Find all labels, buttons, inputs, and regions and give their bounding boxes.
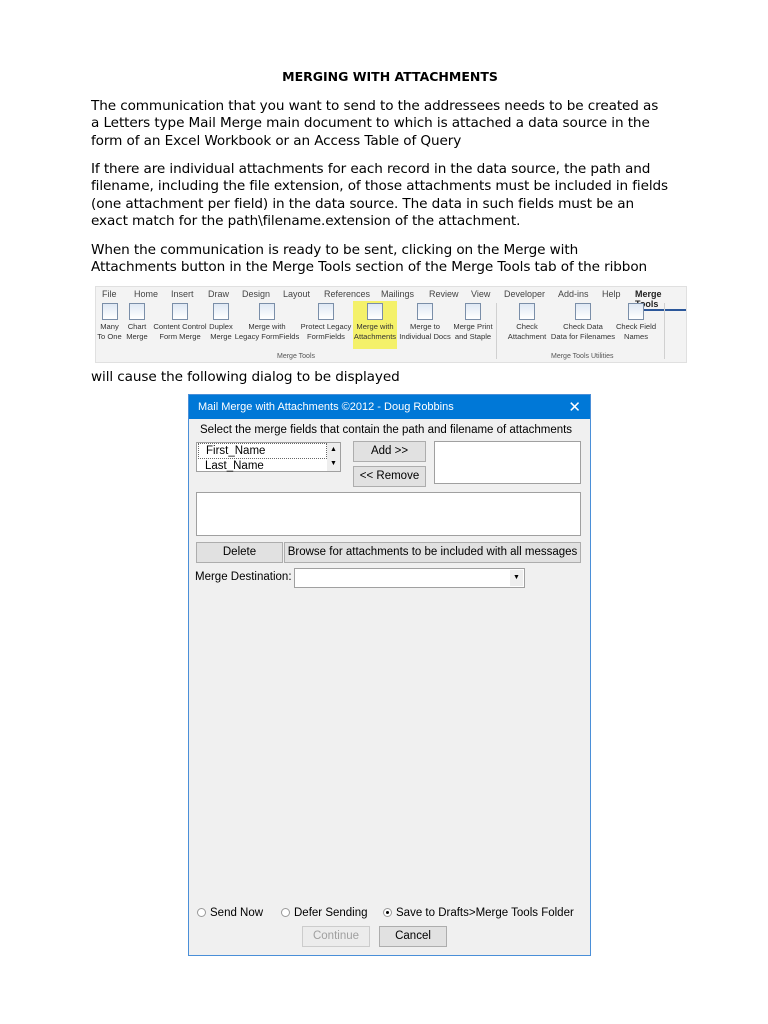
tab-file[interactable]: File: [102, 289, 117, 299]
tab-developer[interactable]: Developer: [504, 289, 545, 299]
close-icon[interactable]: ✕: [568, 398, 581, 416]
document-lock-icon: [318, 303, 334, 320]
merge-destination-select[interactable]: ▼: [294, 568, 525, 588]
check-field-names-button[interactable]: Check Field Names: [615, 301, 657, 341]
cancel-button[interactable]: Cancel: [379, 926, 447, 947]
list-scrollbar[interactable]: ▲ ▼: [327, 443, 340, 471]
document-heading: MERGING WITH ATTACHMENTS: [282, 69, 498, 84]
text-line: When the communication is ready to be se…: [91, 242, 579, 258]
radio-icon: [281, 908, 290, 917]
radio-defer-sending[interactable]: Defer Sending: [281, 907, 368, 919]
tab-insert[interactable]: Insert: [171, 289, 194, 299]
continue-button[interactable]: Continue: [302, 926, 370, 947]
tab-mailings[interactable]: Mailings: [381, 289, 414, 299]
text-line: form of an Excel Workbook or an Access T…: [91, 132, 462, 149]
check-data-filenames-button[interactable]: Check Data Data for Filenames: [550, 301, 616, 341]
group-separator: [496, 303, 497, 359]
browse-attachments-button[interactable]: Browse for attachments to be included wi…: [284, 542, 581, 563]
check-attachment-button[interactable]: Check Attachment: [504, 301, 550, 341]
selected-fields-list[interactable]: [434, 441, 581, 484]
form-lock-icon: [259, 303, 275, 320]
chart-icon: [129, 303, 145, 320]
tab-layout[interactable]: Layout: [283, 289, 310, 299]
tab-home[interactable]: Home: [134, 289, 158, 299]
many-to-one-button[interactable]: Many To One: [96, 301, 123, 341]
table-icon: [101, 303, 118, 320]
paragraph-2: If there are individual attachments for …: [91, 161, 691, 230]
merge-legacy-formfields-button[interactable]: Merge with Legacy FormFields: [234, 301, 300, 341]
radio-send-now[interactable]: Send Now: [197, 907, 263, 919]
radio-save-to-drafts[interactable]: Save to Drafts>Merge Tools Folder: [383, 907, 574, 919]
paragraph-1: The communication that you want to send …: [91, 98, 691, 150]
tab-review[interactable]: Review: [429, 289, 459, 299]
tab-add-ins[interactable]: Add-ins: [558, 289, 589, 299]
tab-draw[interactable]: Draw: [208, 289, 229, 299]
merge-fields-list[interactable]: First_Name Last_Name ▲ ▼: [196, 442, 341, 472]
remove-button[interactable]: << Remove: [353, 466, 426, 487]
text-line: If there are individual attachments for …: [91, 161, 651, 177]
grid-icon: [213, 303, 229, 320]
paragraph-4: will cause the following dialog to be di…: [91, 369, 691, 386]
list-item[interactable]: First_Name: [198, 443, 327, 459]
printer-icon: [465, 303, 481, 320]
tab-help[interactable]: Help: [602, 289, 621, 299]
envelope-attachment-icon: [367, 303, 383, 320]
text-line: Attachments button in the Merge Tools se…: [91, 259, 648, 276]
mail-merge-dialog: Mail Merge with Attachments ©2012 - Doug…: [188, 394, 591, 956]
chevron-down-icon[interactable]: ▼: [510, 570, 523, 586]
protect-legacy-formfields-button[interactable]: Protect Legacy FormFields: [300, 301, 352, 341]
documents-icon: [417, 303, 433, 320]
group-label-utilities: Merge Tools Utilities: [551, 353, 614, 360]
dialog-title: Mail Merge with Attachments ©2012 - Doug…: [198, 401, 454, 413]
ribbon-screenshot: File Home Insert Draw Design Layout Refe…: [95, 286, 687, 363]
tab-view[interactable]: View: [471, 289, 490, 299]
delete-button[interactable]: Delete: [196, 542, 283, 563]
list-item[interactable]: Last_Name: [205, 459, 340, 473]
form-icon: [172, 303, 188, 320]
group-label-merge-tools: Merge Tools: [277, 353, 316, 360]
table-edit-icon: [628, 303, 644, 320]
merge-with-attachments-button[interactable]: Merge with Attachments: [353, 301, 397, 349]
tab-design[interactable]: Design: [242, 289, 270, 299]
add-button[interactable]: Add >>: [353, 441, 426, 462]
duplex-merge-button[interactable]: Duplex Merge: [208, 301, 234, 341]
content-control-form-merge-button[interactable]: Content Control Form Merge: [151, 301, 209, 341]
dialog-titlebar: Mail Merge with Attachments ©2012 - Doug…: [189, 395, 590, 419]
chart-merge-button[interactable]: Chart Merge: [123, 301, 151, 341]
instruction-label: Select the merge fields that contain the…: [200, 424, 573, 436]
text-line: a Letters type Mail Merge main document …: [91, 115, 650, 132]
text-line: will cause the following dialog to be di…: [91, 369, 400, 385]
paragraph-3: When the communication is ready to be se…: [91, 242, 691, 277]
text-line: (one attachment per field) in the data s…: [91, 195, 634, 212]
merge-individual-docs-button[interactable]: Merge to Individual Docs: [397, 301, 453, 341]
text-line: exact match for the path\filename.extens…: [91, 212, 521, 229]
merge-print-staple-button[interactable]: Merge Print and Staple: [452, 301, 494, 341]
text-line: filename, including the file extension, …: [91, 178, 669, 195]
attachments-list[interactable]: [196, 492, 581, 536]
radio-icon: [197, 908, 206, 917]
group-separator: [664, 303, 665, 359]
text-line: The communication that you want to send …: [91, 98, 659, 114]
merge-destination-label: Merge Destination:: [195, 571, 292, 583]
radio-checked-icon: [383, 908, 392, 917]
check-document-icon: [519, 303, 535, 320]
warning-document-icon: [575, 303, 591, 320]
tab-references[interactable]: References: [324, 289, 370, 299]
